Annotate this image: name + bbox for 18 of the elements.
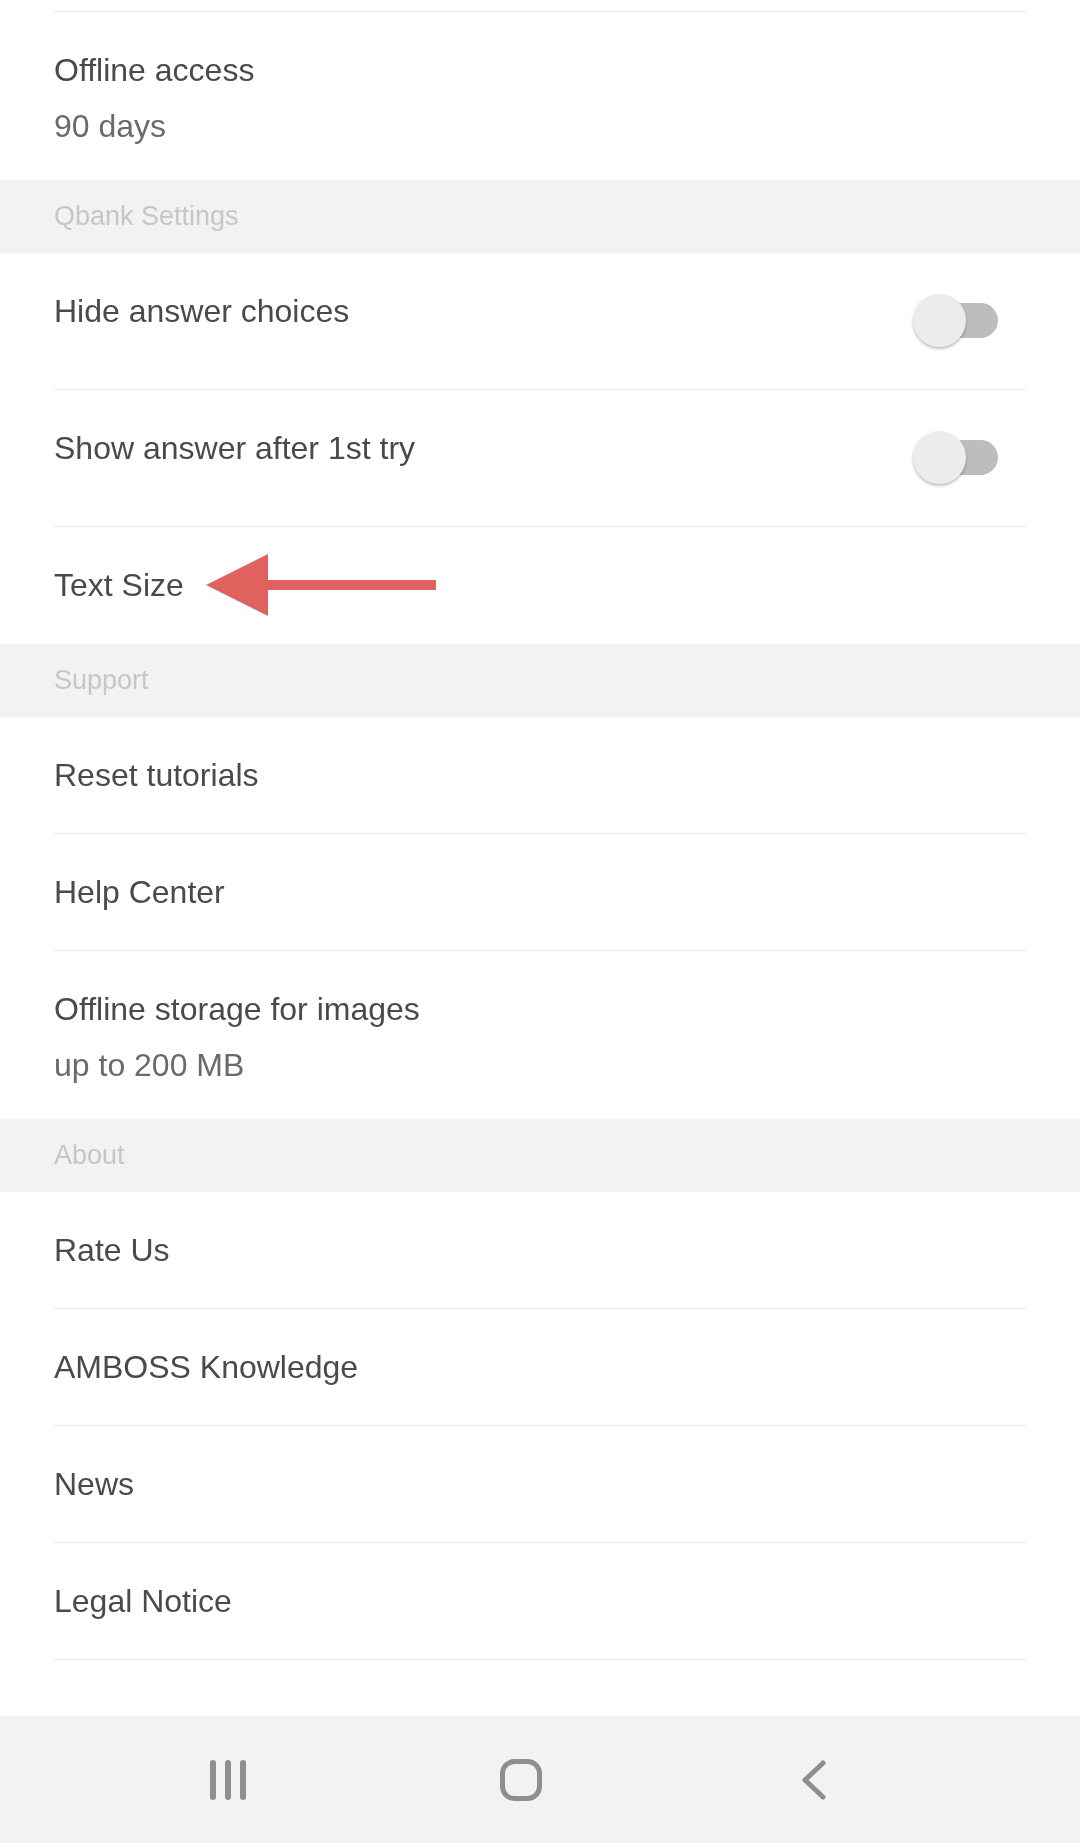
back-icon[interactable] <box>801 1759 827 1800</box>
setting-title[interactable]: Rate Us <box>54 1230 170 1270</box>
setting-title[interactable]: Legal Notice <box>54 1581 232 1621</box>
setting-value: up to 200 MB <box>54 1046 245 1085</box>
home-icon[interactable] <box>500 1758 542 1801</box>
setting-title[interactable]: Text Size <box>54 565 184 605</box>
setting-title: Hide answer choices <box>54 292 350 331</box>
toggle-switch[interactable] <box>913 431 998 484</box>
recent-apps-icon[interactable] <box>210 1759 246 1800</box>
setting-title[interactable]: Help Center <box>54 872 225 912</box>
setting-title: Show answer after 1st try <box>54 429 416 468</box>
setting-title[interactable]: Offline access <box>54 50 255 90</box>
setting-title[interactable]: Reset tutorials <box>54 755 259 795</box>
setting-title[interactable]: Offline storage for images <box>54 989 420 1029</box>
setting-title[interactable]: AMBOSS Knowledge <box>54 1347 359 1387</box>
setting-title[interactable]: News <box>54 1464 134 1504</box>
setting-value: 90 days <box>54 107 167 146</box>
toggle-switch[interactable] <box>913 294 998 347</box>
